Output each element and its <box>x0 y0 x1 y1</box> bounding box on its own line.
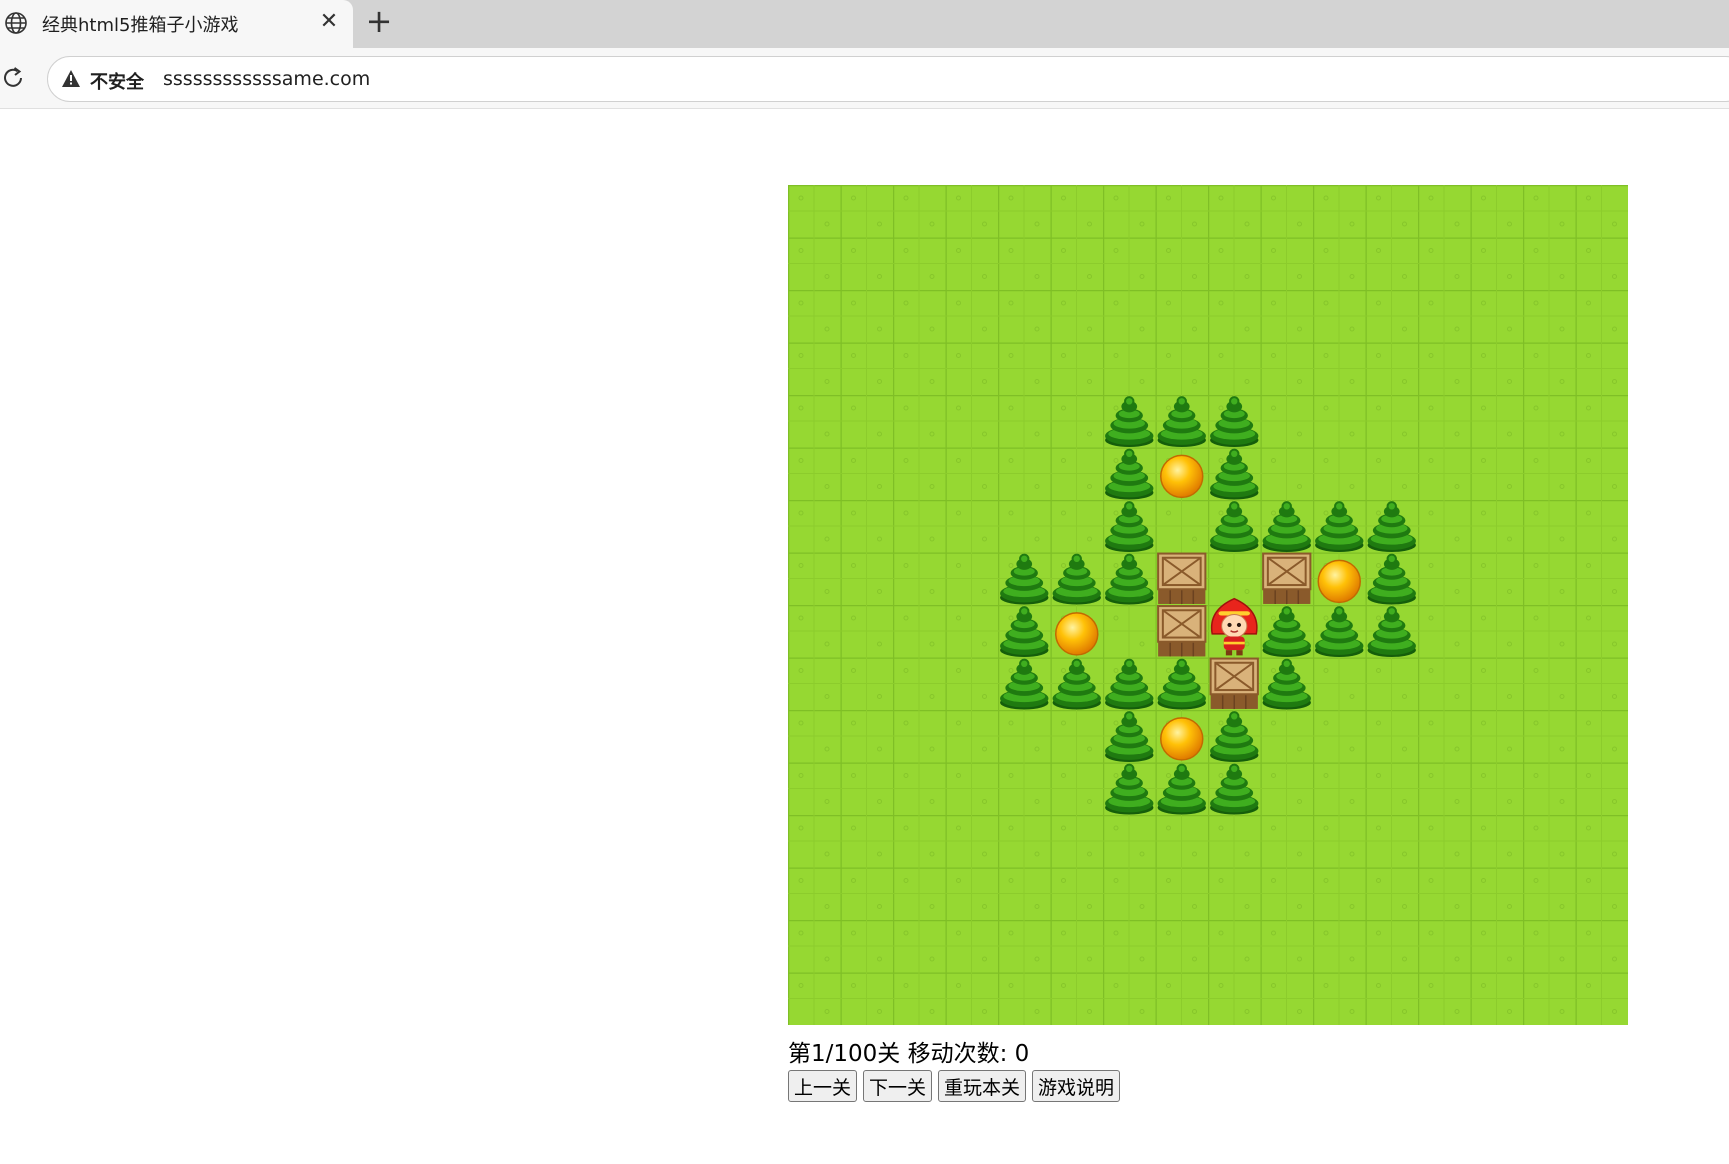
game-controls: 上一关 下一关 重玩本关 游戏说明 <box>788 1070 1121 1102</box>
board-canvas <box>788 185 1628 1025</box>
new-tab-icon[interactable]: + <box>364 5 394 37</box>
game-board[interactable] <box>788 185 1628 1025</box>
tab-strip: 经典html5推箱子小游戏 ✕ + <box>0 0 1729 48</box>
crate <box>1157 605 1207 657</box>
crate <box>1157 552 1207 604</box>
level-status: 第1/100关 移动次数: 0 <box>788 1041 1030 1067</box>
address-bar[interactable]: 不安全 ssssssssssssame.com <box>47 56 1729 102</box>
prev-level-button[interactable]: 上一关 <box>788 1070 858 1102</box>
restart-level-button[interactable]: 重玩本关 <box>938 1070 1027 1102</box>
crate <box>1209 657 1259 709</box>
goal-target <box>1160 717 1204 761</box>
goal-target <box>1160 454 1204 499</box>
goal-target <box>1317 559 1361 604</box>
tab-title: 经典html5推箱子小游戏 <box>42 15 239 36</box>
crate <box>1262 552 1312 604</box>
security-label[interactable]: 不安全 <box>90 68 144 94</box>
browser-toolbar: 不安全 ssssssssssssame.com <box>0 48 1729 109</box>
grass-background <box>788 185 1628 1025</box>
url-text[interactable]: ssssssssssssame.com <box>163 68 370 90</box>
goal-target <box>1055 612 1099 656</box>
warning-icon <box>62 70 80 87</box>
next-level-button[interactable]: 下一关 <box>863 1070 933 1102</box>
close-tab-icon[interactable]: ✕ <box>318 11 340 33</box>
reload-icon[interactable] <box>0 65 26 91</box>
browser-tab[interactable]: 经典html5推箱子小游戏 ✕ <box>0 0 353 48</box>
globe-icon <box>5 12 27 34</box>
help-button[interactable]: 游戏说明 <box>1032 1070 1121 1102</box>
